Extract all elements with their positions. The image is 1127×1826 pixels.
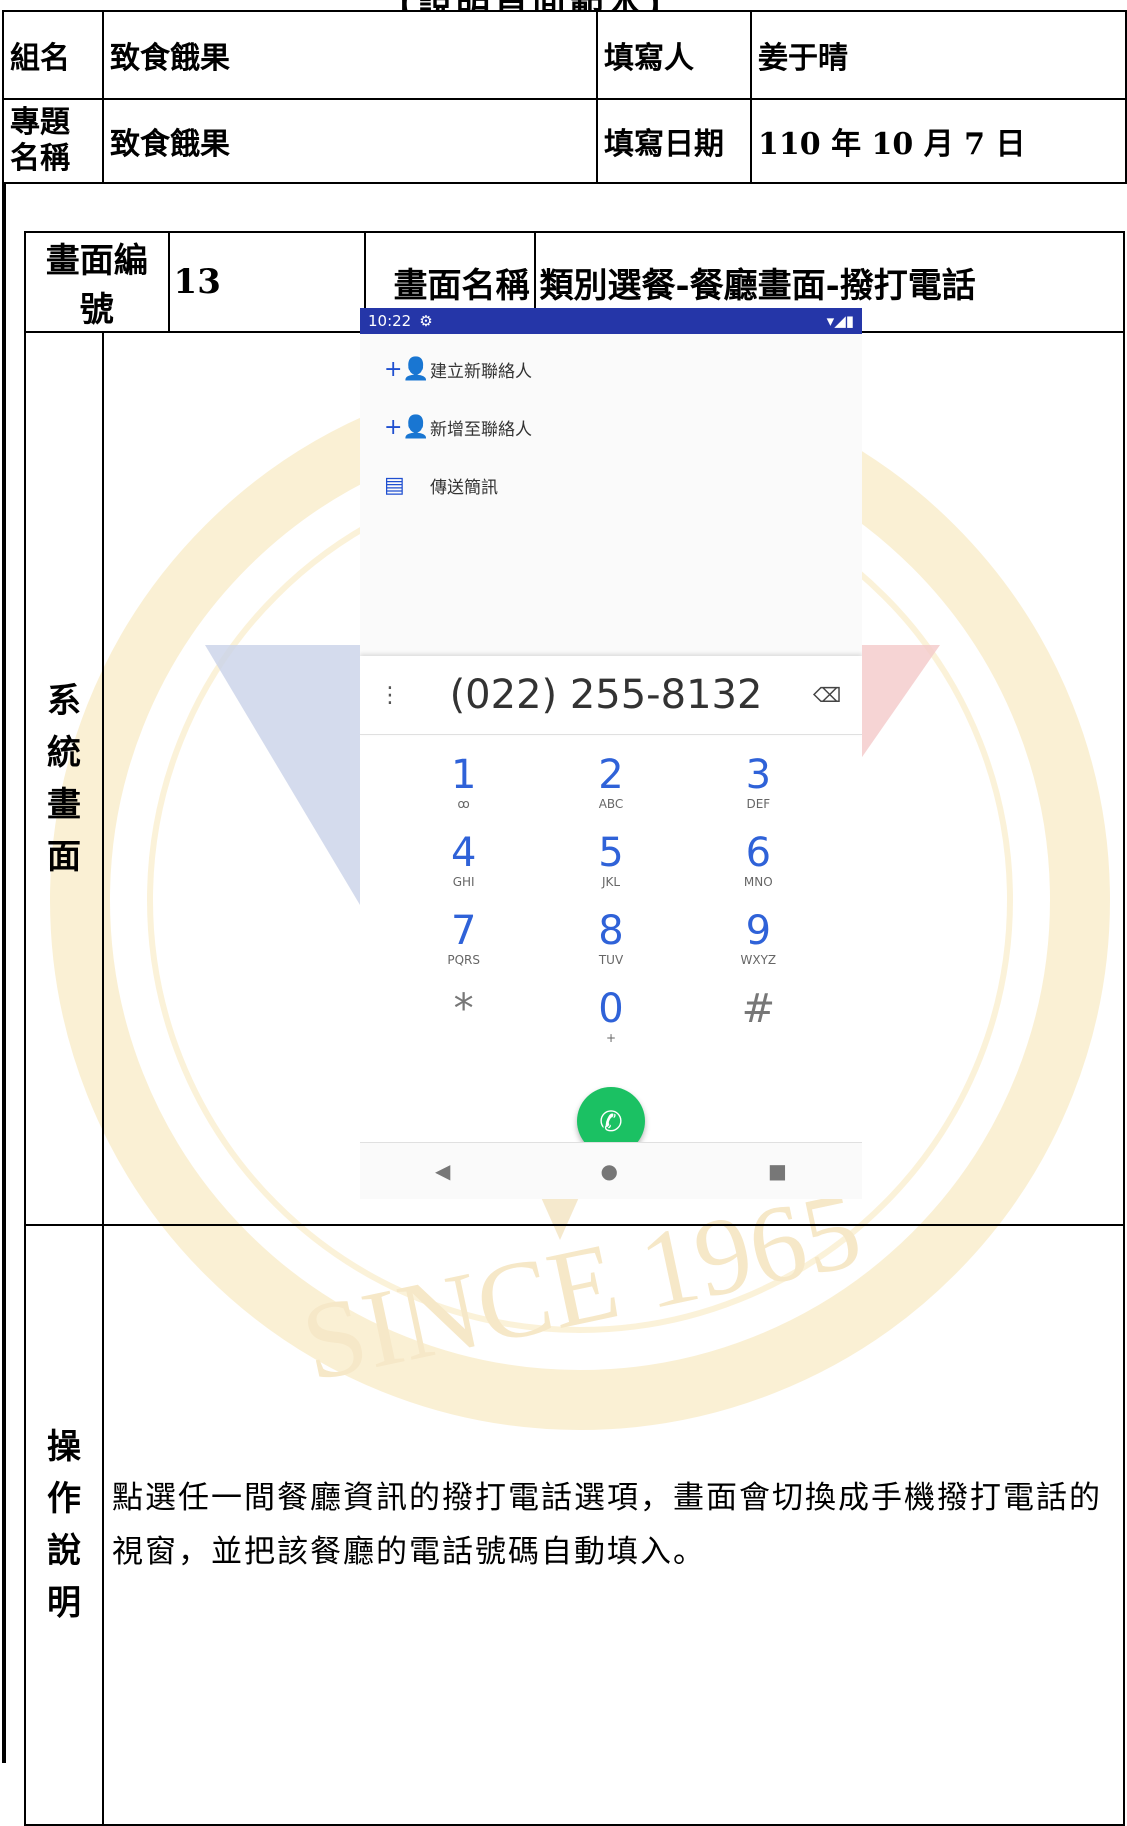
author-label: 填寫人 [596, 10, 752, 100]
menu-item-send-sms[interactable]: ▤ 傳送簡訊 [360, 456, 862, 514]
key-6[interactable]: 6 MNO [685, 831, 832, 909]
nav-home-icon[interactable]: ● [601, 1159, 618, 1183]
key-0[interactable]: 0 + [537, 987, 684, 1065]
key-letters: PQRS [447, 953, 480, 967]
menu-item-add-to-contact[interactable]: +👤 新增至聯絡人 [360, 398, 862, 456]
add-person-icon: +👤 [384, 414, 430, 440]
key-digit: 7 [450, 908, 477, 954]
key-1[interactable]: 1ꝏ [390, 753, 537, 831]
key-digit: 6 [745, 830, 772, 876]
group-label: 組名 [2, 10, 104, 100]
screen-id-label: 畫面編號 [24, 231, 170, 333]
key-3[interactable]: 3 DEF [685, 753, 832, 831]
key-8[interactable]: 8 TUV [537, 909, 684, 987]
phone-screenshot: 10:22 ⚙ ▾◢▮ +👤 建立新聯絡人 +👤 新增至聯絡人 ▤ 傳送簡訊 ⋮… [360, 308, 862, 1199]
operation-description: 點選任一間餐廳資訊的撥打電話選項，畫面會切換成手機撥打電話的視窗，並把該餐廳的電… [102, 1224, 1125, 1826]
key-letters: DEF [746, 797, 771, 811]
key-2[interactable]: 2 ABC [537, 753, 684, 831]
key-letters: + [605, 1031, 617, 1045]
key-digit: 9 [745, 908, 772, 954]
menu-item-label: 建立新聯絡人 [430, 361, 532, 382]
group-value: 致食餓果 [102, 10, 598, 100]
more-options-icon[interactable]: ⋮ [360, 683, 420, 708]
key-digit: 3 [745, 752, 772, 798]
dial-number-bar: ⋮ (022) 255-8132 ⌫ [360, 656, 862, 735]
key-digit: # [741, 986, 776, 1032]
date-label: 填寫日期 [596, 98, 752, 184]
key-4[interactable]: 4 GHI [390, 831, 537, 909]
key-letters: GHI [452, 875, 475, 889]
topic-value: 致食餓果 [102, 98, 598, 184]
key-digit: 0 [598, 986, 624, 1032]
phone-icon: ✆ [599, 1104, 623, 1138]
system-screen-label: 系統畫面 [24, 331, 104, 1226]
dialer-menu: +👤 建立新聯絡人 +👤 新增至聯絡人 ▤ 傳送簡訊 [360, 334, 862, 656]
operation-label-text: 操作說明 [47, 1427, 81, 1623]
dial-keypad: 1ꝏ 2 ABC 3 DEF 4 GHI 5 JKL 6 MNO 7 PQRS 8 TUV 9… [360, 735, 862, 1065]
key-star[interactable]: * [390, 987, 537, 1065]
dialed-number: (022) 255-8132 [449, 672, 763, 718]
android-nav-bar: ◀ ● ■ [360, 1142, 862, 1199]
key-digit: 5 [598, 830, 624, 876]
author-value: 姜于晴 [750, 10, 1127, 100]
key-letters: ABC [598, 797, 624, 811]
signal-battery-icon: ▾◢▮ [826, 312, 854, 330]
add-person-icon: +👤 [384, 356, 430, 382]
key-digit: 2 [598, 752, 624, 798]
key-7[interactable]: 7 PQRS [390, 909, 537, 987]
key-letters: MNO [743, 875, 773, 889]
settings-gear-icon: ⚙ [419, 312, 433, 330]
key-digit: 8 [598, 908, 624, 954]
operation-label: 操作說明 [24, 1224, 104, 1826]
menu-item-label: 傳送簡訊 [430, 477, 498, 498]
nav-recent-icon[interactable]: ■ [768, 1159, 787, 1183]
nav-back-icon[interactable]: ◀ [435, 1159, 450, 1183]
menu-item-label: 新增至聯絡人 [430, 419, 532, 440]
date-value: 110 年 10 月 7 日 [750, 98, 1127, 184]
message-icon: ▤ [384, 472, 405, 498]
backspace-icon[interactable]: ⌫ [792, 683, 862, 707]
key-digit: 1 [450, 752, 477, 798]
key-9[interactable]: 9 WXYZ [685, 909, 832, 987]
key-digit: * [453, 986, 474, 1032]
voicemail-icon: ꝏ [457, 797, 470, 811]
key-letters: TUV [598, 953, 624, 967]
status-time: 10:22 [368, 312, 412, 330]
key-letters: JKL [601, 875, 621, 889]
header-table: 組名 致食餓果 填寫人 姜于晴 專題名稱 致食餓果 填寫日期 110 年 10 … [2, 10, 1127, 184]
topic-label: 專題名稱 [2, 98, 104, 184]
screen-id-value: 13 [167, 231, 366, 333]
key-5[interactable]: 5 JKL [537, 831, 684, 909]
key-hash[interactable]: # [685, 987, 832, 1065]
key-digit: 4 [450, 830, 477, 876]
menu-item-create-contact[interactable]: +👤 建立新聯絡人 [360, 340, 862, 398]
key-letters: WXYZ [740, 953, 777, 967]
system-screen-text: 系統畫面 [47, 680, 81, 877]
status-bar: 10:22 ⚙ ▾◢▮ [360, 308, 862, 334]
